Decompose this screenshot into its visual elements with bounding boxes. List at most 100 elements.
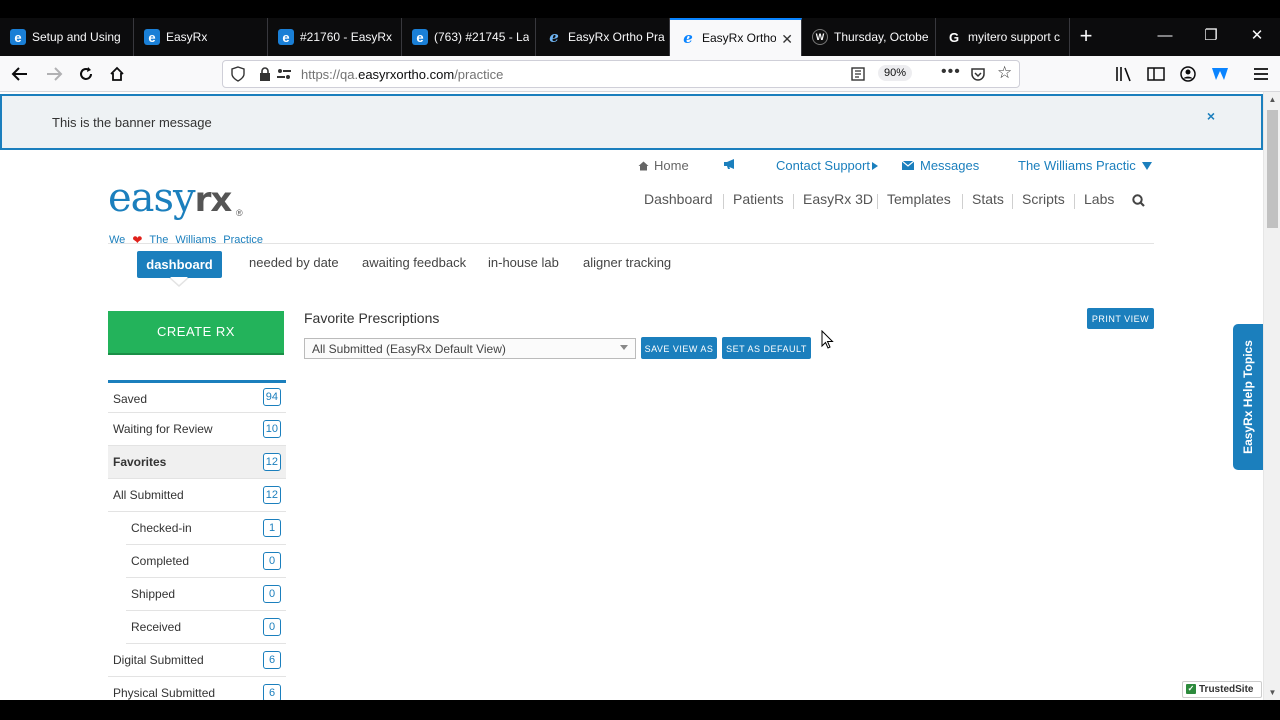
subtab-dashboard[interactable]: dashboard xyxy=(137,251,222,278)
messages-link[interactable]: Messages xyxy=(902,158,979,173)
forward-button[interactable] xyxy=(40,60,68,88)
nav-stats[interactable]: Stats xyxy=(972,191,1004,207)
tagline-practice: Practice xyxy=(223,234,264,246)
subtab-awaiting-feedback[interactable]: awaiting feedback xyxy=(362,255,466,270)
reload-icon xyxy=(80,67,92,80)
status-completed[interactable]: Completed 0 xyxy=(126,545,286,578)
reader-view-icon[interactable] xyxy=(851,67,865,81)
announcements-link[interactable] xyxy=(723,158,736,170)
count-badge: 12 xyxy=(262,486,281,504)
status-label: Digital Submitted xyxy=(113,653,204,667)
url-text[interactable]: https://qa.easyrxortho.com/practice xyxy=(301,67,503,82)
help-topics-tab[interactable]: EasyRx Help Topics xyxy=(1233,324,1263,470)
restore-button[interactable]: ❐ xyxy=(1188,18,1234,56)
status-received[interactable]: Received 0 xyxy=(126,611,286,644)
status-label: Physical Submitted xyxy=(113,686,216,700)
subtab-needed-by-date[interactable]: needed by date xyxy=(249,255,339,270)
tab-close-icon[interactable]: ✕ xyxy=(781,31,793,48)
pocket-icon[interactable] xyxy=(971,67,985,81)
save-view-as-button[interactable]: SAVE VIEW AS xyxy=(641,337,717,359)
nav-templates[interactable]: Templates xyxy=(887,191,951,207)
status-waiting-for-review[interactable]: Waiting for Review 10 xyxy=(108,413,286,446)
tab-title: EasyRx xyxy=(166,30,208,44)
nav-patients[interactable]: Patients xyxy=(733,191,784,207)
messages-label: Messages xyxy=(920,158,980,173)
status-saved[interactable]: Saved 94 xyxy=(108,383,286,413)
status-all-submitted[interactable]: All Submitted 12 xyxy=(108,479,286,512)
browser-tab-active[interactable]: e EasyRx Ortho ✕ xyxy=(670,18,802,56)
status-digital-submitted[interactable]: Digital Submitted 6 xyxy=(108,644,286,677)
tab-title: EasyRx Ortho Pra xyxy=(568,30,665,44)
browser-tab[interactable]: G myitero support c xyxy=(936,18,1070,56)
browser-tab[interactable]: e EasyRx xyxy=(134,18,268,56)
edge-e-icon: e xyxy=(412,29,428,45)
status-checked-in[interactable]: Checked-in 1 xyxy=(126,512,286,545)
status-label: All Submitted xyxy=(113,488,184,502)
print-view-button[interactable]: PRINT VIEW xyxy=(1087,308,1154,329)
view-select-value: All Submitted (EasyRx Default View) xyxy=(312,342,506,356)
vertical-scrollbar[interactable]: ▲ ▼ xyxy=(1263,92,1280,700)
account-icon[interactable] xyxy=(1178,64,1198,84)
nav-labs[interactable]: Labs xyxy=(1084,191,1114,207)
edge-e-icon: e xyxy=(10,29,26,45)
minimize-button[interactable]: — xyxy=(1142,18,1188,56)
contact-support-link[interactable]: Contact Support xyxy=(776,158,878,173)
permissions-icon[interactable] xyxy=(277,67,291,81)
status-shipped[interactable]: Shipped 0 xyxy=(126,578,286,611)
nav-scripts[interactable]: Scripts xyxy=(1022,191,1065,207)
window-close-button[interactable]: ✕ xyxy=(1234,18,1280,56)
library-icon[interactable] xyxy=(1114,64,1134,84)
nav-easyrx-3d[interactable]: EasyRx 3D xyxy=(803,191,873,207)
browser-tab[interactable]: W Thursday, Octobe xyxy=(802,18,936,56)
address-bar[interactable]: https://qa.easyrxortho.com/practice 90% … xyxy=(222,60,1020,88)
trustedsite-badge[interactable]: ✓ TrustedSite xyxy=(1182,681,1262,698)
status-favorites[interactable]: Favorites 12 xyxy=(108,446,286,479)
easyrx-logo[interactable]: easyrx ® xyxy=(108,174,243,224)
status-label: Favorites xyxy=(113,455,167,469)
browser-tab[interactable]: e #21760 - EasyRx xyxy=(268,18,402,56)
view-select[interactable]: All Submitted (EasyRx Default View) xyxy=(304,338,636,359)
tracking-shield-icon[interactable] xyxy=(231,66,245,82)
bookmark-star-icon[interactable]: ☆ xyxy=(997,63,1012,83)
envelope-icon xyxy=(902,161,914,170)
tab-title: Setup and Using xyxy=(32,30,121,44)
set-as-default-button[interactable]: SET AS DEFAULT xyxy=(722,337,811,359)
dropdown-arrow-icon xyxy=(620,345,628,350)
count-badge: 12 xyxy=(262,453,281,471)
tab-title: Thursday, Octobe xyxy=(834,30,929,44)
browser-tab[interactable]: e Setup and Using xyxy=(0,18,134,56)
banner-close-icon[interactable]: × xyxy=(1207,108,1215,124)
browser-tab[interactable]: e (763) #21745 - La xyxy=(402,18,536,56)
sidebar-icon[interactable] xyxy=(1146,64,1166,84)
status-label: Saved xyxy=(113,392,148,406)
home-icon xyxy=(638,161,649,170)
scroll-down-icon[interactable]: ▼ xyxy=(1264,688,1280,697)
lock-icon[interactable] xyxy=(259,67,271,81)
create-rx-button[interactable]: CREATE RX xyxy=(108,311,284,353)
count-badge: 94 xyxy=(262,388,281,406)
scroll-thumb[interactable] xyxy=(1267,110,1278,228)
megaphone-icon xyxy=(724,159,734,169)
nav-divider xyxy=(1012,194,1013,209)
back-button[interactable] xyxy=(6,60,34,88)
zoom-indicator[interactable]: 90% xyxy=(878,65,913,81)
nav-dashboard[interactable]: Dashboard xyxy=(644,191,713,207)
count-badge: 6 xyxy=(263,651,281,669)
page-actions-icon[interactable]: ••• xyxy=(941,63,961,81)
count-badge: 6 xyxy=(263,684,281,700)
practice-dropdown[interactable]: The Williams Practic xyxy=(1018,158,1152,173)
subtab-aligner-tracking[interactable]: aligner tracking xyxy=(583,255,671,270)
browser-tab[interactable]: e EasyRx Ortho Pra xyxy=(536,18,670,56)
extension-w-icon[interactable] xyxy=(1210,64,1230,84)
nav-divider xyxy=(962,194,963,209)
home-link[interactable]: Home xyxy=(638,158,689,173)
subtab-in-house-lab[interactable]: in-house lab xyxy=(488,255,559,270)
search-icon[interactable] xyxy=(1132,194,1145,207)
menu-icon[interactable] xyxy=(1251,64,1271,84)
status-physical-submitted[interactable]: Physical Submitted 6 xyxy=(108,677,286,700)
home-button[interactable] xyxy=(103,60,131,88)
status-label: Checked-in xyxy=(131,521,192,535)
scroll-up-icon[interactable]: ▲ xyxy=(1264,95,1280,104)
reload-button[interactable] xyxy=(72,60,100,88)
new-tab-button[interactable]: + xyxy=(1074,18,1098,56)
